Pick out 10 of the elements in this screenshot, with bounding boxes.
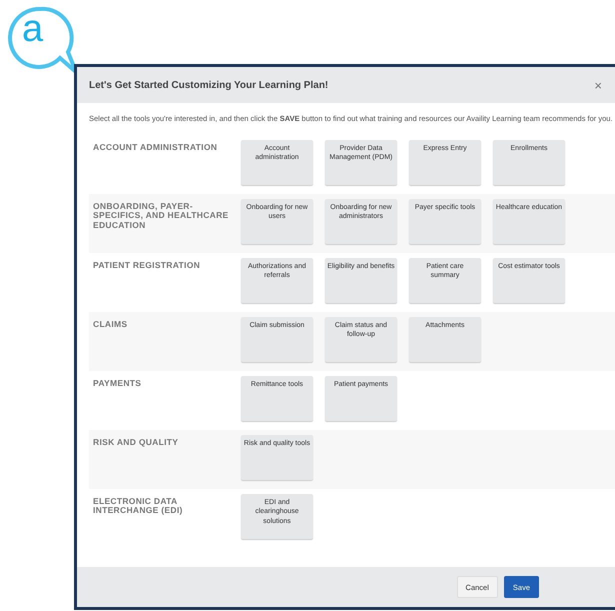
badge-letter: a — [22, 10, 44, 48]
category-label: RISK AND QUALITY — [93, 436, 180, 449]
category-label: ELECTRONIC DATA INTERCHANGE (EDI) — [93, 494, 184, 518]
dialog-title: Let's Get Started Customizing Your Learning Plan! — [89, 80, 328, 90]
category-label: ONBOARDING, PAYER-SPECIFICS, AND HEALTHCARE EDUCATION — [93, 200, 230, 232]
category-label: ACCOUNT ADMINISTRATION — [93, 140, 218, 154]
category-label: CLAIMS — [93, 318, 128, 331]
category-label: PAYMENTS — [93, 376, 142, 390]
category-label: PATIENT REGISTRATION — [93, 258, 202, 272]
close-button[interactable]: × — [594, 78, 602, 92]
